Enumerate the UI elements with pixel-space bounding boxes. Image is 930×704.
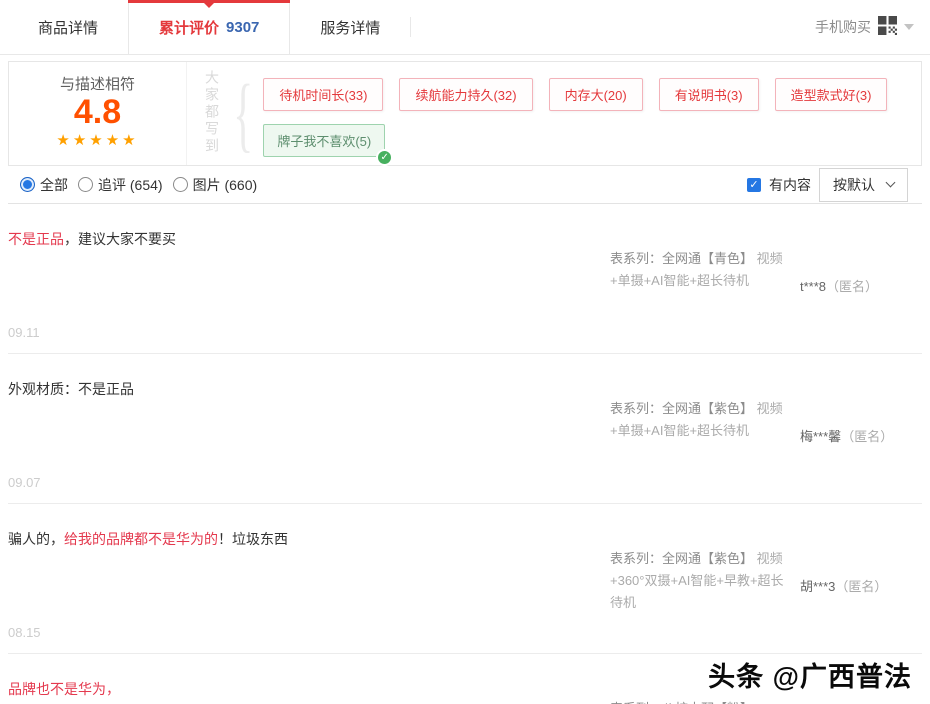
anonymous-label: （匿名） (826, 279, 878, 294)
review-meta: 表系列：八核中配【粉】 (610, 698, 930, 704)
tags-intro-label: 大家都写到 (203, 70, 221, 160)
review-date: 08.15 (8, 625, 41, 640)
review-tag-negative-label: 牌子我不喜欢(5) (263, 124, 385, 157)
filter-all-label: 全部 (40, 175, 68, 195)
caret-down-icon (904, 24, 914, 35)
tab-product-detail-label: 商品详情 (38, 17, 98, 38)
sku-info: 表系列：全网通【青色】 视频+单摄+AI智能+超长待机 (610, 248, 794, 295)
sort-dropdown[interactable]: 按默认 (819, 168, 908, 202)
tab-service-detail-label: 服务详情 (320, 17, 380, 38)
sku-info: 表系列：全网通【紫色】 视频+360°双摄+AI智能+早教+超长待机 (610, 548, 794, 614)
review-item: 骗人的，给我的品牌都不是华为的！垃圾东西 表系列：全网通【紫色】 视频+360°… (8, 504, 922, 654)
radio-checked-icon (20, 177, 35, 192)
rating-summary-panel: 与描述相符 4.8 ★★★★★ 大家都写到 { 待机时间长(33) 续航能力持久… (8, 61, 922, 166)
rating-score: 4.8 (9, 94, 186, 131)
sku-series: 表系列：全网通【紫色】 (610, 401, 753, 416)
review-text-highlight: 品牌也不是华为， (8, 681, 120, 697)
watermark: 头条 @广西普法 (708, 655, 912, 694)
filter-radio-group: 全部 追评 (654) 图片 (660) (8, 175, 267, 195)
tags-list: 待机时间长(33) 续航能力持久(32) 内存大(20) 有说明书(3) 造型款… (263, 70, 887, 157)
reviewer-id: t***8 (800, 279, 826, 294)
qr-code-icon (878, 16, 897, 38)
filter-right-controls: ✓ 有内容 按默认 (747, 168, 922, 202)
tab-service-detail[interactable]: 服务详情 (290, 0, 410, 54)
review-date: 09.07 (8, 475, 41, 490)
sort-dropdown-label: 按默认 (833, 175, 875, 195)
tags-area: 大家都写到 { 待机时间长(33) 续航能力持久(32) 内存大(20) 有说明… (187, 62, 921, 165)
review-tag-negative[interactable]: 牌子我不喜欢(5) ✓ (263, 124, 385, 157)
review-meta: 表系列：全网通【青色】 视频+单摄+AI智能+超长待机 t***8（匿名） (610, 248, 930, 295)
sku-info: 表系列：八核中配【粉】 (610, 698, 794, 704)
review-page: 商品详情 累计评价 9307 服务详情 手机购买 与描述相符 4.8 ★★★★★ (0, 0, 930, 704)
chevron-down-icon (886, 178, 896, 188)
filter-followup-option[interactable]: 追评 (654) (78, 175, 163, 195)
anonymous-label: （匿名） (835, 579, 887, 594)
review-text-plain: 外观材质：不是正品 (8, 381, 134, 397)
review-count-badge: 9307 (226, 19, 259, 36)
review-text: 品牌也不是华为， (8, 654, 588, 699)
filter-images-label: 图片 (660) (193, 175, 258, 195)
mobile-buy-label: 手机购买 (815, 17, 871, 37)
review-tag-style[interactable]: 造型款式好(3) (775, 78, 888, 111)
review-list: 不是正品，建议大家不要买 表系列：全网通【青色】 视频+单摄+AI智能+超长待机… (8, 204, 922, 704)
rating-stars: ★★★★★ (9, 131, 186, 149)
filter-images-option[interactable]: 图片 (660) (173, 175, 258, 195)
review-text-highlight: 给我的品牌都不是华为的 (64, 531, 218, 547)
review-item: 外观材质：不是正品 表系列：全网通【紫色】 视频+单摄+AI智能+超长待机 梅*… (8, 354, 922, 504)
radio-icon (78, 177, 93, 192)
filter-all-option[interactable]: 全部 (20, 175, 68, 195)
tab-product-detail[interactable]: 商品详情 (8, 0, 128, 54)
review-text-plain: ！垃圾东西 (218, 531, 288, 547)
has-content-label: 有内容 (769, 175, 811, 195)
filter-bar: 全部 追评 (654) 图片 (660) ✓ 有内容 按默认 (8, 166, 922, 204)
sku-series: 表系列：全网通【紫色】 (610, 551, 753, 566)
review-text: 外观材质：不是正品 (8, 354, 588, 399)
review-date: 09.11 (8, 325, 40, 340)
mobile-buy-button[interactable]: 手机购买 (815, 0, 930, 54)
review-item: 不是正品，建议大家不要买 表系列：全网通【青色】 视频+单摄+AI智能+超长待机… (8, 204, 922, 354)
review-text: 不是正品，建议大家不要买 (8, 204, 588, 249)
reviewer-id: 梅***馨 (800, 429, 841, 444)
review-tag-memory[interactable]: 内存大(20) (549, 78, 643, 111)
review-tag-standby[interactable]: 待机时间长(33) (263, 78, 383, 111)
reviewer-name: t***8（匿名） (800, 276, 878, 295)
review-meta: 表系列：全网通【紫色】 视频+单摄+AI智能+超长待机 梅***馨（匿名） (610, 398, 930, 445)
selected-check-icon: ✓ (376, 149, 393, 166)
reviewer-name: 胡***3（匿名） (800, 576, 887, 614)
rating-block: 与描述相符 4.8 ★★★★★ (9, 62, 187, 165)
review-text-plain: 骗人的， (8, 531, 64, 547)
review-tag-battery[interactable]: 续航能力持久(32) (399, 78, 532, 111)
tab-bar: 商品详情 累计评价 9307 服务详情 手机购买 (0, 0, 930, 55)
tab-cumulative-reviews[interactable]: 累计评价 9307 (128, 0, 290, 54)
anonymous-label: （匿名） (841, 429, 893, 444)
tab-divider (410, 17, 411, 37)
filter-followup-label: 追评 (654) (98, 175, 163, 195)
review-text: 骗人的，给我的品牌都不是华为的！垃圾东西 (8, 504, 588, 549)
brace-decoration: { (233, 70, 253, 160)
reviewer-name: 梅***馨（匿名） (800, 426, 893, 445)
has-content-checkbox[interactable]: ✓ (747, 178, 761, 192)
review-text-plain: ，建议大家不要买 (64, 231, 176, 247)
sku-info: 表系列：全网通【紫色】 视频+单摄+AI智能+超长待机 (610, 398, 794, 445)
review-meta: 表系列：全网通【紫色】 视频+360°双摄+AI智能+早教+超长待机 胡***3… (610, 548, 930, 614)
tab-cumulative-reviews-label: 累计评价 (159, 17, 219, 38)
radio-icon (173, 177, 188, 192)
sku-series: 表系列：全网通【青色】 (610, 251, 753, 266)
review-tag-manual[interactable]: 有说明书(3) (659, 78, 759, 111)
reviewer-id: 胡***3 (800, 579, 835, 594)
rating-label: 与描述相符 (9, 73, 186, 94)
review-text-highlight: 不是正品 (8, 231, 64, 247)
